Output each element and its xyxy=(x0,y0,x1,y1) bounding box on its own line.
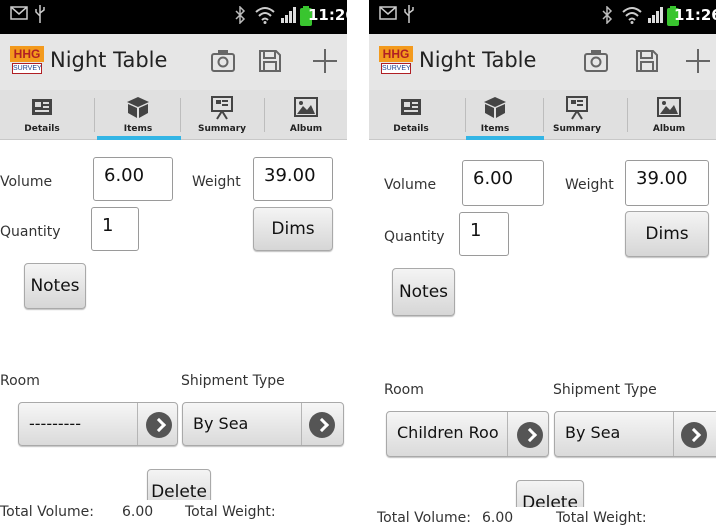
details-icon xyxy=(32,99,52,115)
weight-label: Weight xyxy=(565,177,614,193)
weight-field[interactable]: 39.00 xyxy=(253,157,333,201)
totals-bar: Total Volume: 6.00 Total Weight: xyxy=(0,500,347,531)
save-icon[interactable] xyxy=(258,49,282,73)
tab-bar: Details Items Summary Album xyxy=(0,90,347,140)
action-bar: HHG SURVEY Night Table xyxy=(0,34,347,90)
summary-icon xyxy=(566,96,588,120)
notes-button[interactable]: Notes xyxy=(24,263,86,309)
usb-icon xyxy=(35,5,45,23)
volume-label: Volume xyxy=(384,177,437,193)
quantity-label: Quantity xyxy=(0,224,61,240)
tab-selected-indicator xyxy=(466,136,544,140)
totals-bar: Total Volume: 6.00 Total Weight: xyxy=(369,507,716,531)
total-volume-value: 6.00 xyxy=(482,510,514,526)
total-volume-label: Total Volume: xyxy=(377,510,471,526)
tab-details[interactable]: Details xyxy=(0,90,84,140)
shipment-type-label: Shipment Type xyxy=(553,382,657,398)
status-bar: 11:26 xyxy=(0,0,347,34)
status-time: 11:26 xyxy=(674,6,716,24)
details-icon xyxy=(401,99,421,115)
room-dropdown-value: --------- xyxy=(29,414,81,433)
save-icon[interactable] xyxy=(635,49,659,73)
tab-details[interactable]: Details xyxy=(369,90,453,140)
tab-album[interactable]: Album xyxy=(627,90,711,140)
dims-button[interactable]: Dims xyxy=(625,211,709,257)
shipment-type-dropdown[interactable]: By Sea xyxy=(182,402,344,446)
add-icon[interactable] xyxy=(684,47,712,75)
app-logo: HHG SURVEY xyxy=(10,46,44,76)
bluetooth-icon xyxy=(235,6,246,24)
volume-label: Volume xyxy=(0,174,53,190)
chevron-right-icon xyxy=(681,422,707,448)
chevron-right-icon xyxy=(309,412,335,438)
phone-screen-left: 11:26 HHG SURVEY Night Table Details Ite… xyxy=(0,0,347,531)
tab-summary[interactable]: Summary xyxy=(180,90,264,140)
bluetooth-icon xyxy=(602,6,613,24)
email-icon xyxy=(10,6,28,20)
notes-button[interactable]: Notes xyxy=(392,268,455,316)
tab-bar: Details Items Summary Album xyxy=(369,90,716,140)
phone-screen-right: 11:26 HHG SURVEY Night Table Details Ite… xyxy=(369,0,716,531)
camera-icon[interactable] xyxy=(583,49,609,73)
quantity-field[interactable]: 1 xyxy=(91,207,139,251)
tab-divider xyxy=(94,98,95,132)
tab-album[interactable]: Album xyxy=(264,90,347,140)
chevron-right-icon xyxy=(146,412,172,438)
status-bar: 11:26 xyxy=(369,0,716,34)
tab-items[interactable]: Items xyxy=(96,90,180,140)
total-weight-label: Total Weight: xyxy=(185,504,276,520)
album-icon xyxy=(657,97,681,117)
email-icon xyxy=(379,6,397,20)
room-dropdown[interactable]: Children Roo xyxy=(386,411,549,457)
quantity-field[interactable]: 1 xyxy=(459,212,509,256)
album-icon xyxy=(294,97,318,117)
summary-icon xyxy=(211,96,233,120)
signal-icon xyxy=(281,7,296,23)
app-logo: HHG SURVEY xyxy=(379,46,413,76)
wifi-icon xyxy=(255,7,275,24)
volume-field[interactable]: 6.00 xyxy=(462,160,544,206)
status-time: 11:26 xyxy=(308,6,347,24)
usb-icon xyxy=(404,5,414,23)
add-icon[interactable] xyxy=(311,47,339,75)
total-volume-value: 6.00 xyxy=(122,504,154,520)
dims-button[interactable]: Dims xyxy=(253,207,333,251)
tab-items[interactable]: Items xyxy=(453,90,537,140)
quantity-label: Quantity xyxy=(384,229,445,245)
weight-label: Weight xyxy=(192,174,241,190)
shipment-dropdown-value: By Sea xyxy=(193,414,249,433)
chevron-right-icon xyxy=(517,422,543,448)
weight-field[interactable]: 39.00 xyxy=(625,160,709,206)
signal-icon xyxy=(648,7,663,23)
shipment-type-dropdown[interactable]: By Sea xyxy=(554,411,716,457)
camera-icon[interactable] xyxy=(210,49,236,73)
items-icon xyxy=(127,97,149,118)
page-title: Night Table xyxy=(419,48,537,72)
volume-field[interactable]: 6.00 xyxy=(93,157,173,201)
room-label: Room xyxy=(0,373,40,389)
items-icon xyxy=(484,97,506,118)
room-dropdown[interactable]: --------- xyxy=(18,402,178,446)
action-bar: HHG SURVEY Night Table xyxy=(369,34,716,90)
tab-summary[interactable]: Summary xyxy=(535,90,619,140)
room-label: Room xyxy=(384,382,424,398)
total-volume-label: Total Volume: xyxy=(0,504,94,520)
shipment-dropdown-value: By Sea xyxy=(565,423,621,442)
wifi-icon xyxy=(622,7,642,24)
shipment-type-label: Shipment Type xyxy=(181,373,285,389)
tab-selected-indicator xyxy=(97,136,181,140)
room-dropdown-value: Children Roo xyxy=(397,423,499,442)
total-weight-label: Total Weight: xyxy=(556,510,647,526)
page-title: Night Table xyxy=(50,48,168,72)
